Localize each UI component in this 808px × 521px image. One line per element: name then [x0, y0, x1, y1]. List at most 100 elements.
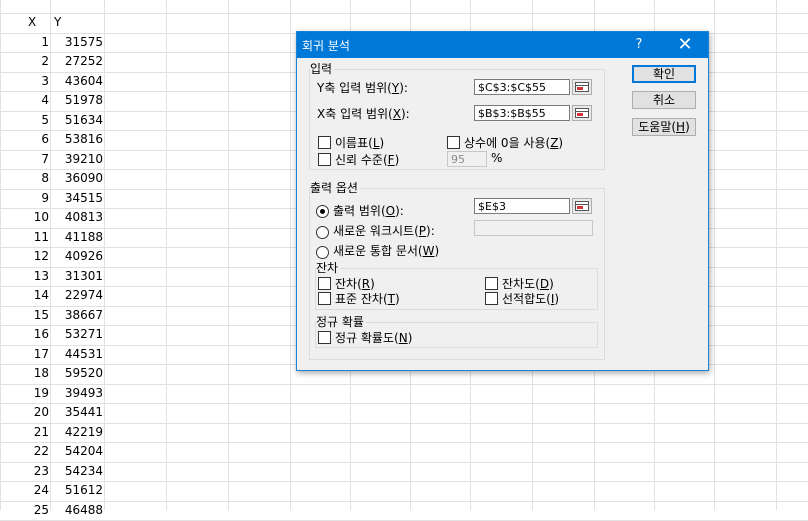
cell-y-value[interactable]: 31301: [50, 267, 103, 286]
cell-y-value[interactable]: 51612: [50, 481, 103, 500]
cell-y-value[interactable]: 44531: [50, 345, 103, 364]
cell-y-value[interactable]: 41188: [50, 228, 103, 247]
cell-y-value[interactable]: 38667: [50, 306, 103, 325]
ok-button[interactable]: 확인: [632, 65, 696, 83]
cell-x-value[interactable]: 4: [0, 91, 49, 110]
percent-sign: %: [491, 151, 503, 165]
cell-x-value[interactable]: 9: [0, 189, 49, 208]
cell-y-value[interactable]: 53816: [50, 130, 103, 149]
column-header-y[interactable]: Y: [54, 13, 61, 32]
residual-plots-checkbox[interactable]: [485, 277, 498, 290]
output-range-radio[interactable]: [316, 205, 329, 218]
grid-column-line: [166, 0, 167, 510]
residuals-checkbox[interactable]: [318, 277, 331, 290]
normal-probability-group-label: 정규 확률: [316, 313, 366, 330]
constant-zero-label: 상수에 0을 사용(Z): [464, 136, 564, 150]
dialog-title: 회귀 분석: [302, 39, 350, 53]
grid-row-line: [0, 403, 808, 404]
grid-row-line: [0, 442, 808, 443]
cell-y-value[interactable]: 39493: [50, 384, 103, 403]
cell-y-value[interactable]: 39210: [50, 150, 103, 169]
cell-y-value[interactable]: 22974: [50, 286, 103, 305]
cell-y-value[interactable]: 51978: [50, 91, 103, 110]
cell-y-value[interactable]: 53271: [50, 325, 103, 344]
output-range-input[interactable]: $E$3: [474, 198, 570, 214]
grid-column-line: [290, 0, 291, 510]
confidence-label: 신뢰 수준(F): [335, 153, 400, 167]
new-sheet-radio[interactable]: [316, 226, 329, 239]
cell-x-value[interactable]: 18: [0, 364, 49, 383]
cell-y-value[interactable]: 42219: [50, 423, 103, 442]
cell-y-value[interactable]: 35441: [50, 403, 103, 422]
output-group-label: 출력 옵션: [310, 179, 360, 196]
cell-x-value[interactable]: 23: [0, 462, 49, 481]
y-range-collapse-button[interactable]: [572, 79, 592, 95]
cell-x-value[interactable]: 19: [0, 384, 49, 403]
help-button[interactable]: 도움말(H): [632, 118, 696, 136]
cell-y-value[interactable]: 27252: [50, 52, 103, 71]
grid-row-line: [0, 13, 808, 14]
cell-x-value[interactable]: 10: [0, 208, 49, 227]
cell-x-value[interactable]: 22: [0, 442, 49, 461]
standardized-residuals-checkbox[interactable]: [318, 292, 331, 305]
cell-x-value[interactable]: 15: [0, 306, 49, 325]
column-header-x[interactable]: X: [28, 13, 36, 32]
output-range-collapse-button[interactable]: [572, 198, 592, 214]
line-fit-plots-checkbox[interactable]: [485, 292, 498, 305]
cell-y-value[interactable]: 59520: [50, 364, 103, 383]
grid-row-line: [0, 462, 808, 463]
grid-column-line: [104, 0, 105, 510]
cell-x-value[interactable]: 5: [0, 111, 49, 130]
close-icon[interactable]: ✕: [668, 33, 702, 57]
new-sheet-name-input[interactable]: [474, 220, 593, 236]
cell-x-value[interactable]: 25: [0, 501, 49, 520]
cell-x-value[interactable]: 2: [0, 52, 49, 71]
dialog-titlebar[interactable]: 회귀 분석 ? ✕: [297, 32, 708, 58]
confidence-checkbox[interactable]: [318, 153, 331, 166]
cancel-button[interactable]: 취소: [632, 91, 696, 109]
cell-x-value[interactable]: 7: [0, 150, 49, 169]
cell-y-value[interactable]: 51634: [50, 111, 103, 130]
grid-column-line: [228, 0, 229, 510]
cell-x-value[interactable]: 12: [0, 247, 49, 266]
help-question-icon[interactable]: ?: [627, 34, 651, 56]
grid-row-line: [0, 481, 808, 482]
cell-x-value[interactable]: 6: [0, 130, 49, 149]
x-range-input[interactable]: $B$3:$B$55: [474, 105, 570, 121]
cell-x-value[interactable]: 17: [0, 345, 49, 364]
new-workbook-label: 새로운 통합 문서(W): [333, 244, 440, 258]
cell-y-value[interactable]: 31575: [50, 33, 103, 52]
x-range-collapse-button[interactable]: [572, 105, 592, 121]
x-range-label: X축 입력 범위(X):: [317, 107, 410, 121]
cell-x-value[interactable]: 16: [0, 325, 49, 344]
cell-x-value[interactable]: 20: [0, 403, 49, 422]
cell-x-value[interactable]: 1: [0, 33, 49, 52]
grid-column-line: [776, 0, 777, 510]
cell-y-value[interactable]: 43604: [50, 72, 103, 91]
normal-probability-plots-checkbox[interactable]: [318, 331, 331, 344]
cell-y-value[interactable]: 36090: [50, 169, 103, 188]
cell-x-value[interactable]: 24: [0, 481, 49, 500]
cell-x-value[interactable]: 21: [0, 423, 49, 442]
cell-y-value[interactable]: 40926: [50, 247, 103, 266]
normal-probability-plots-label: 정규 확률도(N): [335, 331, 413, 345]
cell-y-value[interactable]: 46488: [50, 501, 103, 520]
standardized-residuals-label: 표준 잔차(T): [335, 292, 400, 306]
range-select-icon: [575, 201, 589, 211]
y-range-input[interactable]: $C$3:$C$55: [474, 79, 570, 95]
labels-checkbox[interactable]: [318, 136, 331, 149]
output-range-label: 출력 범위(O):: [333, 204, 404, 218]
cell-y-value[interactable]: 40813: [50, 208, 103, 227]
cell-x-value[interactable]: 3: [0, 72, 49, 91]
cell-y-value[interactable]: 54234: [50, 462, 103, 481]
cell-x-value[interactable]: 8: [0, 169, 49, 188]
y-range-label: Y축 입력 범위(Y):: [317, 81, 408, 95]
confidence-level-input[interactable]: 95: [447, 151, 487, 167]
new-workbook-radio[interactable]: [316, 246, 329, 259]
constant-zero-checkbox[interactable]: [447, 136, 460, 149]
cell-y-value[interactable]: 54204: [50, 442, 103, 461]
cell-x-value[interactable]: 14: [0, 286, 49, 305]
cell-y-value[interactable]: 34515: [50, 189, 103, 208]
cell-x-value[interactable]: 11: [0, 228, 49, 247]
cell-x-value[interactable]: 13: [0, 267, 49, 286]
